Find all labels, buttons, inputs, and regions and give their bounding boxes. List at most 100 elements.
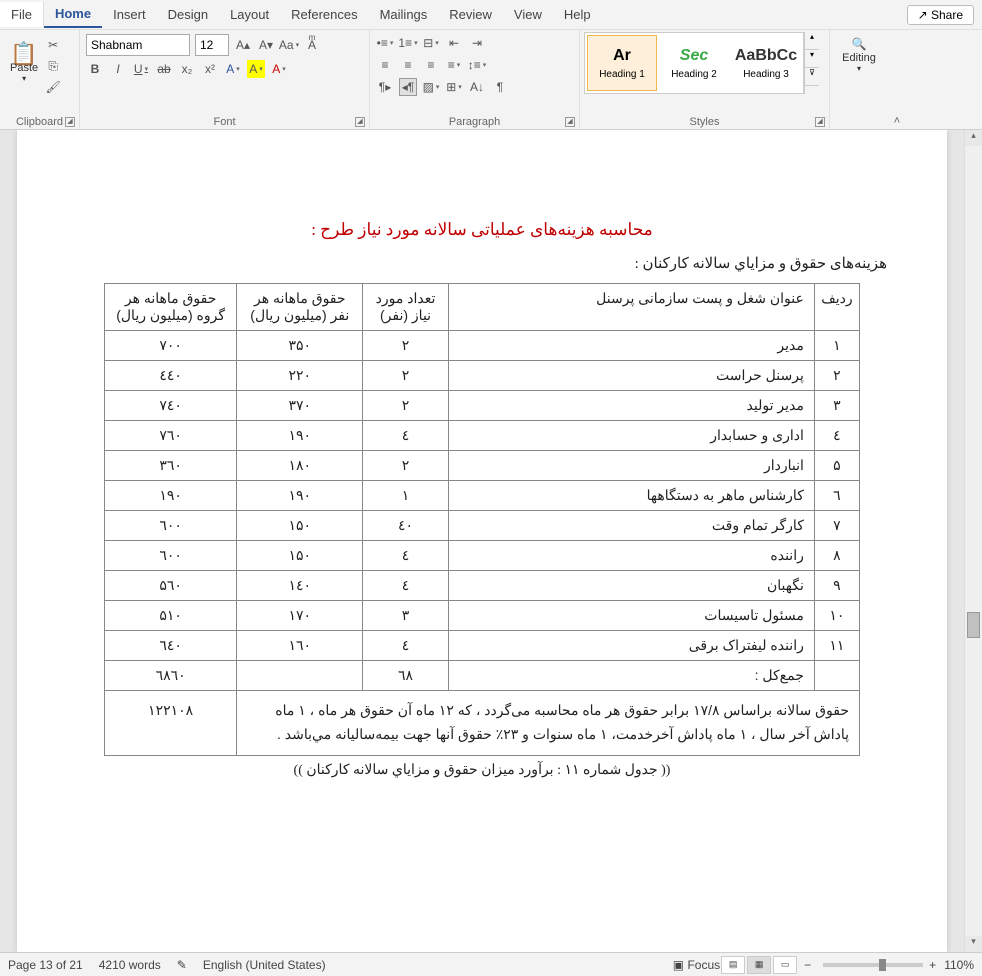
styles-dialog[interactable]: ◢ <box>815 117 825 127</box>
menu-home[interactable]: Home <box>44 1 102 28</box>
sort-button[interactable]: A↓ <box>468 78 486 96</box>
table-row: ۱۱راننده لیفتراک برقی٤۱٦۰٦٤۰ <box>105 631 860 661</box>
menu-review[interactable]: Review <box>438 2 503 27</box>
clear-format-button[interactable]: Aͫ <box>303 36 321 54</box>
cut-button[interactable]: ✂ <box>44 36 62 54</box>
shrink-font-button[interactable]: A▾ <box>257 36 275 54</box>
focus-mode[interactable]: ▣ Focus <box>673 958 720 972</box>
page[interactable]: محاسبه هزینه‌های عملیاتی سالانه مورد نیا… <box>17 130 947 952</box>
paste-button[interactable]: 📋 Paste ▾ <box>4 32 44 96</box>
change-case-button[interactable]: Aa <box>280 36 298 54</box>
font-dialog[interactable]: ◢ <box>355 117 365 127</box>
table-row: ۹نگهبان٤۱٤۰۵٦۰ <box>105 571 860 601</box>
zoom-slider[interactable] <box>823 963 923 967</box>
bold-button[interactable]: B <box>86 60 104 78</box>
copy-button[interactable]: ⎘ <box>44 57 62 75</box>
paragraph-group-label: Paragraph <box>370 116 579 128</box>
highlight-button[interactable]: A <box>247 60 265 78</box>
style-heading-3[interactable]: AaBbCcHeading 3 <box>731 35 801 91</box>
read-mode-button[interactable]: ▤ <box>721 956 745 974</box>
justify-button[interactable]: ≡ <box>445 56 463 74</box>
subscript-button[interactable]: x₂ <box>178 60 196 78</box>
font-color-button[interactable]: A <box>270 60 288 78</box>
th-row: ردیف <box>814 284 859 331</box>
styles-more[interactable]: ⊽ <box>805 68 819 86</box>
menu-help[interactable]: Help <box>553 2 602 27</box>
paste-label: Paste <box>10 62 38 74</box>
numbering-button[interactable]: 1≡ <box>399 34 417 52</box>
increase-indent-button[interactable]: ⇥ <box>468 34 486 52</box>
clipboard-icon: 📋 <box>16 46 32 62</box>
zoom-out-button[interactable]: − <box>804 958 811 972</box>
language-indicator[interactable]: English (United States) <box>203 958 326 972</box>
table-row: ۳مدیر تولید۲۳۷۰۷٤۰ <box>105 391 860 421</box>
scroll-down[interactable]: ▾ <box>965 936 982 952</box>
align-center-button[interactable]: ≡ <box>399 56 417 74</box>
styles-gallery[interactable]: ArHeading 1SecHeading 2AaBbCcHeading 3 <box>584 32 804 94</box>
scroll-track[interactable] <box>965 146 982 936</box>
show-marks-button[interactable]: ¶ <box>491 78 509 96</box>
menu-bar: File Home Insert Design Layout Reference… <box>0 0 982 30</box>
shading-button[interactable]: ▨ <box>422 78 440 96</box>
multilevel-button[interactable]: ⊟ <box>422 34 440 52</box>
table-row: ۵انباردار۲۱۸۰۳٦۰ <box>105 451 860 481</box>
total-row: جمع‌کل :٦۸٦۸٦۰ <box>105 661 860 691</box>
line-spacing-button[interactable]: ↕≡ <box>468 56 486 74</box>
rtl-button[interactable]: ◂¶ <box>399 78 417 96</box>
font-name-input[interactable] <box>86 34 190 56</box>
styles-group-label: Styles <box>580 116 829 128</box>
format-painter-button[interactable]: 🖌 <box>44 78 62 96</box>
zoom-level[interactable]: 110% <box>944 958 974 972</box>
proof-icon[interactable]: ✎ <box>177 958 187 972</box>
share-button[interactable]: ↗ Share <box>907 5 974 25</box>
ltr-button[interactable]: ¶▸ <box>376 78 394 96</box>
grow-font-button[interactable]: A▴ <box>234 36 252 54</box>
th-group: حقوق ماهانه هر گروه (میلیون ریال) <box>105 284 237 331</box>
underline-button[interactable]: U <box>132 60 150 78</box>
text-effects-button[interactable]: A <box>224 60 242 78</box>
menu-view[interactable]: View <box>503 2 553 27</box>
menu-file[interactable]: File <box>0 2 44 27</box>
menu-references[interactable]: References <box>280 2 368 27</box>
bullets-button[interactable]: •≡ <box>376 34 394 52</box>
th-pos: عنوان شغل و پست سازمانی پرسنل <box>448 284 814 331</box>
word-count[interactable]: 4210 words <box>99 958 161 972</box>
font-size-input[interactable] <box>195 34 229 56</box>
table-row: ۷کارگر تمام وقت٤۰۱۵۰٦۰۰ <box>105 511 860 541</box>
zoom-in-button[interactable]: + <box>929 958 936 972</box>
styles-down[interactable]: ▾ <box>805 50 819 68</box>
style-heading-1[interactable]: ArHeading 1 <box>587 35 657 91</box>
scroll-thumb[interactable] <box>967 612 980 638</box>
page-indicator[interactable]: Page 13 of 21 <box>8 958 83 972</box>
font-group-label: Font <box>80 116 369 128</box>
table-row: ٤اداری و حسابدار٤۱۹۰۷٦۰ <box>105 421 860 451</box>
strike-button[interactable]: ab <box>155 60 173 78</box>
menu-layout[interactable]: Layout <box>219 2 280 27</box>
superscript-button[interactable]: x² <box>201 60 219 78</box>
menu-design[interactable]: Design <box>157 2 219 27</box>
align-left-button[interactable]: ≡ <box>376 56 394 74</box>
print-layout-button[interactable]: ▦ <box>747 956 771 974</box>
styles-up[interactable]: ▴ <box>805 32 819 50</box>
th-per: حقوق ماهانه هر نفر (میلیون ریال) <box>237 284 363 331</box>
table-row: ۲پرسنل حراست۲۲۲۰٤٤۰ <box>105 361 860 391</box>
menu-mailings[interactable]: Mailings <box>369 2 439 27</box>
table-caption: (( جدول شماره ۱۱ : برآورد میزان حقوق و م… <box>77 762 887 779</box>
clipboard-dialog[interactable]: ◢ <box>65 117 75 127</box>
table-row: ٦کارشناس ماهر به دستگاهها۱۱۹۰۱۹۰ <box>105 481 860 511</box>
vertical-scrollbar[interactable]: ▴ ▾ <box>964 130 982 952</box>
decrease-indent-button[interactable]: ⇤ <box>445 34 463 52</box>
collapse-ribbon-button[interactable]: ˄ <box>888 115 906 129</box>
status-bar: Page 13 of 21 4210 words ✎ English (Unit… <box>0 952 982 976</box>
borders-button[interactable]: ⊞ <box>445 78 463 96</box>
style-heading-2[interactable]: SecHeading 2 <box>659 35 729 91</box>
italic-button[interactable]: I <box>109 60 127 78</box>
menu-insert[interactable]: Insert <box>102 2 157 27</box>
note-row: حقوق سالانه براساس ۱۷/۸ برابر حقوق هر ما… <box>105 691 860 756</box>
align-right-button[interactable]: ≡ <box>422 56 440 74</box>
paragraph-dialog[interactable]: ◢ <box>565 117 575 127</box>
scroll-up[interactable]: ▴ <box>965 130 982 146</box>
web-layout-button[interactable]: ▭ <box>773 956 797 974</box>
table-row: ۱مدیر۲۳۵۰۷۰۰ <box>105 331 860 361</box>
editing-button[interactable]: 🔍 Editing ▾ <box>834 32 884 77</box>
